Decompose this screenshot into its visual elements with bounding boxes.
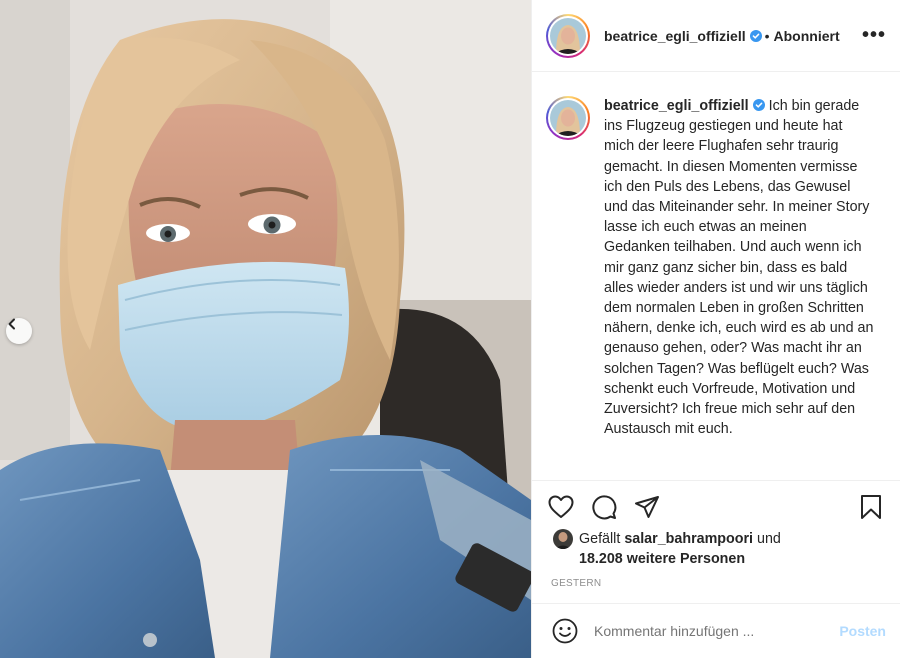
post-photo[interactable] <box>0 0 531 658</box>
action-icons <box>546 481 886 533</box>
more-options-button[interactable]: ••• <box>862 24 888 47</box>
post-comment-button[interactable]: Posten <box>839 623 886 639</box>
profile-picture <box>550 17 586 54</box>
comments-area[interactable]: beatrice_egli_offiziell Ich bin gerade i… <box>532 72 900 480</box>
like-button[interactable] <box>546 492 576 522</box>
post-header: beatrice_egli_offiziell • Abonniert ••• <box>532 0 900 72</box>
comment-icon <box>592 495 617 520</box>
emoji-icon[interactable] <box>552 618 578 644</box>
caption-body: Ich bin gerade ins Flugzeug gestiegen un… <box>604 98 874 438</box>
paper-plane-icon <box>635 496 659 518</box>
share-button[interactable] <box>632 492 662 522</box>
save-button[interactable] <box>856 492 886 522</box>
verified-badge-icon <box>749 29 762 42</box>
caption-text: beatrice_egli_offiziell Ich bin gerade i… <box>604 96 874 439</box>
likes-connector: und <box>757 531 781 547</box>
likes-summary: Gefällt salar_bahrampoori und 18.208 wei… <box>546 529 886 569</box>
liker-username[interactable]: salar_bahrampoori <box>624 531 753 547</box>
carousel-prev-button[interactable] <box>6 318 32 344</box>
separator-dot: • <box>764 27 770 44</box>
caption-username[interactable]: beatrice_egli_offiziell <box>604 98 749 114</box>
post-sidebar: beatrice_egli_offiziell • Abonniert ••• <box>531 0 900 658</box>
liker-picture <box>553 529 573 549</box>
bookmark-icon <box>861 495 881 519</box>
liker-avatar[interactable] <box>553 529 573 549</box>
heart-icon <box>548 495 574 518</box>
post-date[interactable]: GESTERN <box>546 578 886 589</box>
comment-button[interactable] <box>589 492 619 522</box>
likes-prefix: Gefällt <box>579 531 621 547</box>
following-button[interactable]: Abonniert <box>774 28 840 44</box>
caption-avatar[interactable] <box>546 96 590 140</box>
comment-input[interactable] <box>594 623 840 639</box>
chevron-left-icon <box>8 318 15 330</box>
caption: beatrice_egli_offiziell Ich bin gerade i… <box>546 96 884 439</box>
post-actions: Gefällt salar_bahrampoori und 18.208 wei… <box>532 480 900 589</box>
avatar[interactable] <box>546 13 590 58</box>
verified-badge-icon <box>752 99 765 111</box>
selfie-image <box>0 0 531 658</box>
likes-count[interactable]: 18.208 weitere Personen <box>579 551 745 567</box>
header-username[interactable]: beatrice_egli_offiziell <box>604 28 746 44</box>
comment-form: Posten <box>532 603 900 658</box>
profile-picture <box>550 100 586 136</box>
